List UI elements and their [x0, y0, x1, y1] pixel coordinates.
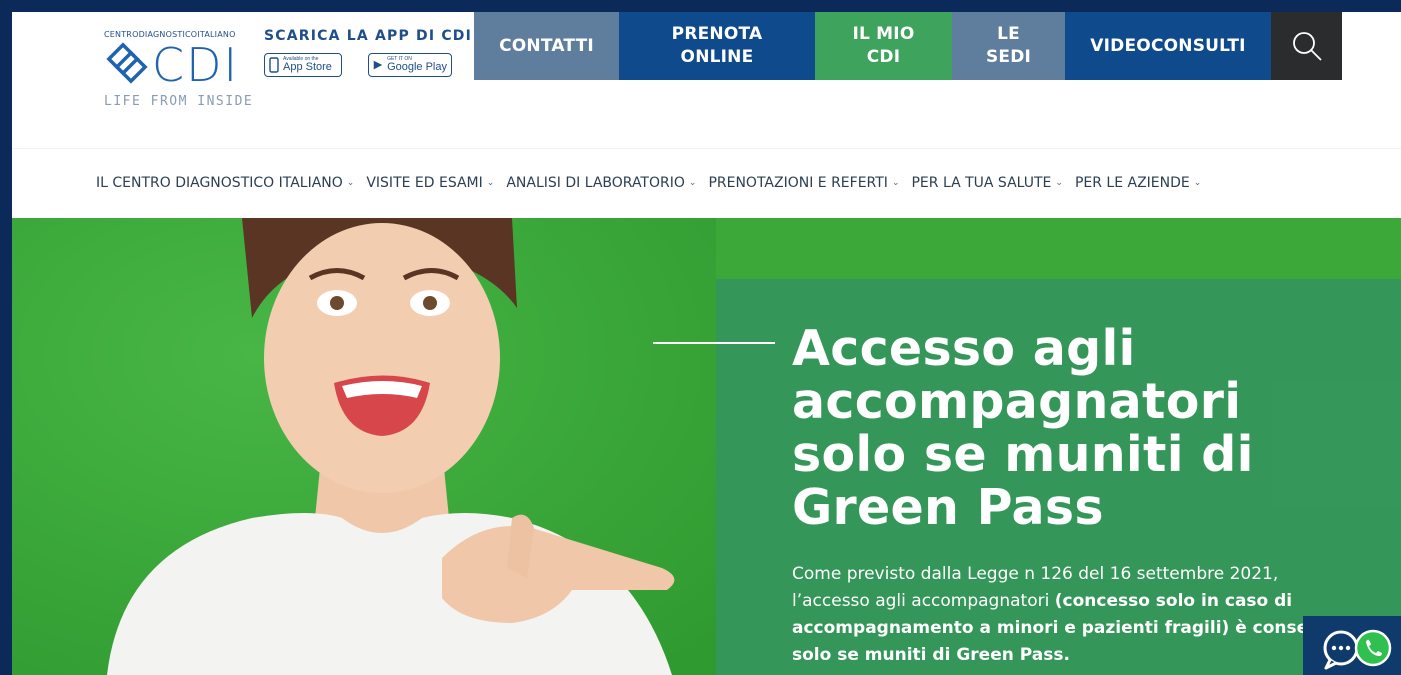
- le-sedi-button[interactable]: LE SEDI: [952, 12, 1065, 80]
- main-nav: IL CENTRO DIAGNOSTICO ITALIANO ⌄ VISITE …: [96, 175, 1201, 191]
- nav-item-label: PER LA TUA SALUTE: [911, 175, 1052, 191]
- play-icon: [373, 60, 383, 70]
- chevron-down-icon: ⌄: [486, 178, 495, 188]
- app-store-label: App Store: [283, 61, 332, 73]
- google-play-badge[interactable]: GET IT ON Google Play: [368, 53, 452, 77]
- logo-brand: CDI: [152, 38, 240, 92]
- contatti-label: CONTATTI: [499, 35, 594, 56]
- nav-item-visite-esami[interactable]: VISITE ED ESAMI ⌄: [366, 175, 494, 191]
- app-store-badge[interactable]: Available on the App Store: [264, 53, 342, 77]
- app-download: SCARICA LA APP DI CDI Available on the A…: [264, 28, 473, 77]
- hero-title-line: solo se muniti di: [792, 426, 1254, 483]
- prenota-label-1: PRENOTA: [671, 24, 763, 44]
- hero-title-line: Accesso agli: [792, 320, 1136, 377]
- hero-woman-image: [12, 218, 716, 675]
- cdi-logo[interactable]: CENTRODIAGNOSTICOITALIANO CDI LIFE FROM …: [104, 28, 254, 110]
- nav-item-per-le-aziende[interactable]: PER LE AZIENDE ⌄: [1075, 175, 1201, 191]
- whatsapp-icon: [1354, 629, 1392, 667]
- nav-item-label: PRENOTAZIONI E REFERTI: [708, 175, 888, 191]
- search-icon: [1292, 32, 1322, 61]
- prenota-online-button[interactable]: PRENOTA ONLINE: [619, 12, 815, 80]
- videoconsulti-label: VIDEOCONSULTI: [1090, 35, 1246, 56]
- hero-text-line: l’accesso agli accompagnatori: [792, 591, 1055, 611]
- logo-mark-icon: [106, 42, 148, 84]
- hero-text-bold: solo se muniti di Green Pass.: [792, 645, 1070, 665]
- hero-title: Accesso agli accompagnatori solo se muni…: [792, 322, 1292, 534]
- hero-description: Come previsto dalla Legge n 126 del 16 s…: [792, 561, 1332, 669]
- app-download-title: SCARICA LA APP DI CDI: [264, 28, 473, 44]
- hero-title-line: accompagnatori: [792, 373, 1242, 430]
- page: CENTRODIAGNOSTICOITALIANO CDI LIFE FROM …: [12, 12, 1401, 675]
- videoconsulti-button[interactable]: VIDEOCONSULTI: [1065, 12, 1271, 80]
- il-mio-cdi-button[interactable]: IL MIO CDI: [815, 12, 952, 80]
- header-divider: [12, 148, 1401, 149]
- chevron-down-icon: ⌄: [891, 178, 900, 188]
- search-button[interactable]: [1271, 12, 1342, 80]
- nav-item-label: ANALISI DI LABORATORIO: [506, 175, 685, 191]
- nav-item-centro-diagnostico[interactable]: IL CENTRO DIAGNOSTICO ITALIANO ⌄: [96, 175, 354, 191]
- prenota-label-2: ONLINE: [680, 47, 754, 67]
- mio-label-1: IL MIO: [852, 24, 915, 44]
- nav-item-label: IL CENTRO DIAGNOSTICO ITALIANO: [96, 175, 343, 191]
- chevron-down-icon: ⌄: [1193, 178, 1202, 188]
- nav-item-analisi-laboratorio[interactable]: ANALISI DI LABORATORIO ⌄: [506, 175, 696, 191]
- hero-text-bold: accompagnamento a minori e pazienti frag…: [792, 618, 1329, 638]
- hero-text-line: Come previsto dalla Legge n 126 del 16 s…: [792, 564, 1279, 584]
- hero-accent-line: [653, 342, 775, 344]
- nav-item-prenotazioni-referti[interactable]: PRENOTAZIONI E REFERTI ⌄: [708, 175, 899, 191]
- chevron-down-icon: ⌄: [346, 178, 355, 188]
- nav-item-per-la-tua-salute[interactable]: PER LA TUA SALUTE ⌄: [911, 175, 1062, 191]
- hero-title-line: Green Pass: [792, 479, 1104, 536]
- nav-item-label: PER LE AZIENDE: [1074, 175, 1190, 191]
- google-play-label: Google Play: [387, 61, 447, 73]
- chevron-down-icon: ⌄: [1055, 178, 1063, 188]
- contatti-button[interactable]: CONTATTI: [474, 12, 619, 80]
- sedi-label-1: LE: [997, 24, 1020, 44]
- hero-banner: Accesso agli accompagnatori solo se muni…: [12, 218, 1401, 675]
- logo-tagline: LIFE FROM INSIDE: [104, 94, 254, 109]
- top-nav: CONTATTI PRENOTA ONLINE IL MIO CDI LE SEDI …: [474, 12, 1342, 80]
- phone-icon: [269, 57, 279, 73]
- hero-text-bold: (concesso solo in caso di: [1054, 591, 1293, 611]
- sedi-label-2: SEDI: [985, 47, 1032, 67]
- chat-widget-button[interactable]: [1303, 616, 1401, 675]
- chevron-down-icon: ⌄: [688, 178, 697, 188]
- nav-item-label: VISITE ED ESAMI: [366, 175, 483, 191]
- mio-label-2: CDI: [866, 47, 901, 67]
